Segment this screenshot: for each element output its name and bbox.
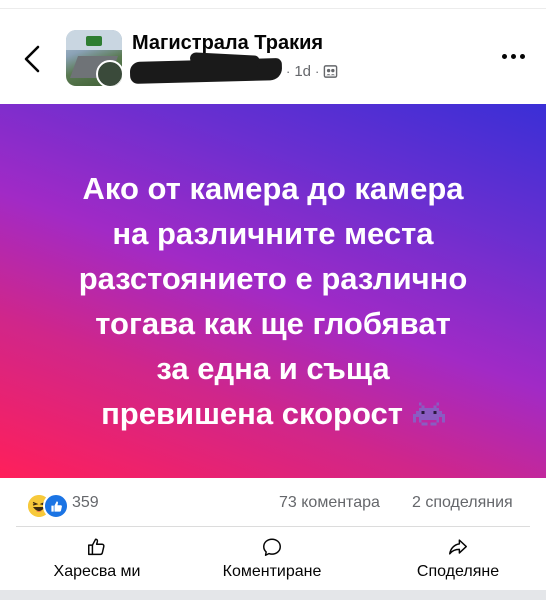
chevron-left-icon [24, 45, 40, 73]
meta-separator: · [286, 64, 291, 79]
post-text: Ако от камера до камера на различните ме… [0, 166, 546, 436]
comments-count[interactable]: 73 коментара [279, 494, 380, 512]
comment-bubble-icon [263, 538, 281, 556]
more-horizontal-icon [501, 53, 507, 59]
group-name[interactable]: Магистрала Тракия [132, 32, 323, 55]
post-line: за една и съща [156, 351, 390, 386]
back-button[interactable] [18, 42, 48, 76]
shares-count[interactable]: 2 споделяния [412, 494, 513, 512]
share-button[interactable]: Споделяне [403, 530, 513, 588]
post-last-line: превишена скорост [0, 391, 546, 436]
more-dot [510, 53, 516, 59]
group-cover-image[interactable] [66, 30, 122, 86]
more-dot [519, 53, 525, 59]
like-reaction-icon[interactable] [43, 493, 69, 519]
feed-separator [0, 590, 546, 600]
share-label: Споделяне [416, 563, 500, 580]
post-meta: · 1d · [286, 63, 338, 80]
more-options-button[interactable] [495, 44, 531, 68]
space-invader-emoji [412, 402, 445, 426]
post-line: на различните места [112, 216, 434, 251]
post-header: Магистрала Тракия · 1d · [0, 8, 546, 104]
thumbs-up-icon [88, 538, 105, 556]
group-audience-icon [323, 64, 338, 79]
road-sign-graphic [86, 36, 102, 46]
post-line: разстоянието е различно [78, 261, 468, 296]
post-stats: 359 73 коментара 2 споделяния [0, 484, 546, 524]
author-avatar[interactable] [96, 60, 122, 86]
post-actions-bar: Харесва ми Коментиране Споделяне [0, 530, 546, 590]
meta-separator: · [315, 64, 320, 79]
comment-label: Коментиране [222, 563, 322, 580]
post-line: тогава как ще глобяват [95, 306, 451, 341]
comment-button[interactable]: Коментиране [212, 530, 332, 588]
post-time[interactable]: 1d [294, 63, 311, 80]
like-label: Харесва ми [53, 563, 141, 580]
actions-divider [16, 526, 530, 527]
reaction-count[interactable]: 359 [72, 494, 99, 512]
share-arrow-icon [449, 539, 467, 555]
post-line: Ако от камера до камера [82, 171, 464, 206]
post-line: превишена скорост [101, 396, 403, 431]
like-button[interactable]: Харесва ми [42, 530, 152, 588]
